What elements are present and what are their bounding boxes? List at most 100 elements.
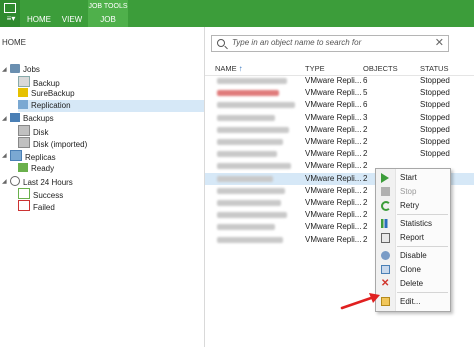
success-icon (18, 188, 30, 199)
menu-item-report[interactable]: Report (376, 231, 450, 244)
column-header-type[interactable]: TYPE (305, 63, 325, 75)
app-menu-button[interactable]: ≡▾ (0, 0, 20, 27)
tree-item-disk-imported[interactable]: Disk (imported) (18, 137, 87, 149)
search-box[interactable]: Type in an object name to search for ✕ (211, 35, 449, 52)
menu-item-label: Clone (400, 265, 421, 274)
tree-item-jobs[interactable]: Jobs (10, 64, 40, 76)
tree-item-label: Replication (31, 101, 71, 110)
app-logo-icon (4, 3, 16, 13)
column-header-objects[interactable]: OBJECTS (363, 63, 398, 75)
tree-item-backup[interactable]: Backup (18, 76, 60, 88)
menu-item-clone[interactable]: Clone (376, 263, 450, 276)
tree-item-ready[interactable]: Ready (18, 163, 54, 175)
menu-item-label: Disable (400, 251, 427, 260)
red-pointer-arrow-icon (340, 293, 380, 310)
expand-jobs-icon[interactable]: ◢ (2, 64, 8, 76)
cell-type: VMware Repli... (305, 76, 362, 85)
tree-item-failed[interactable]: Failed (18, 200, 55, 212)
disk-icon (18, 125, 30, 136)
start-icon (381, 173, 390, 183)
cell-type: VMware Repli... (305, 100, 362, 110)
redacted-job-name (217, 175, 273, 182)
menu-item-label: Statistics (400, 219, 433, 228)
cell-type: VMware Repli... (305, 222, 362, 232)
table-row[interactable]: VMware Repli... 3 Stopped (205, 112, 474, 124)
redacted-job-name (217, 78, 287, 84)
expand-backups-icon[interactable]: ◢ (2, 113, 8, 125)
backups-icon (10, 113, 20, 122)
menu-item-statistics[interactable]: Statistics (376, 217, 450, 230)
menu-item-start[interactable]: Start (376, 171, 450, 184)
tree-item-label: Backups (23, 114, 54, 123)
backup-job-icon (18, 76, 30, 87)
delete-icon: ✕ (381, 278, 390, 289)
cell-status: Stopped (420, 88, 450, 98)
cell-objects: 2 (363, 210, 368, 220)
redacted-job-name (217, 139, 283, 145)
expand-replicas-icon[interactable]: ◢ (2, 150, 8, 162)
search-icon (217, 39, 225, 47)
menu-separator (397, 292, 448, 293)
expand-last24-icon[interactable]: ◢ (2, 176, 8, 188)
failed-icon (18, 200, 30, 211)
table-row[interactable]: VMware Repli... 2 Stopped (205, 136, 474, 148)
cell-type: VMware Repli... (305, 173, 362, 183)
statistics-icon (381, 219, 390, 228)
edit-icon (381, 297, 390, 306)
cell-objects: 2 (363, 222, 368, 232)
menu-item-label: Delete (400, 279, 424, 288)
tab-job[interactable]: JOB (88, 13, 128, 27)
menu-item-label: Retry (400, 201, 420, 210)
tree-item-replicas[interactable]: Replicas (10, 150, 56, 162)
cell-objects: 2 (363, 185, 368, 195)
redacted-job-name (217, 200, 281, 206)
clear-search-icon[interactable]: ✕ (435, 36, 444, 51)
tree-item-disk[interactable]: Disk (18, 125, 49, 137)
table-row[interactable]: VMware Repli... 2 Stopped (205, 124, 474, 136)
surebackup-icon (18, 88, 28, 97)
redacted-job-name (217, 187, 285, 194)
cell-status: Stopped (420, 76, 450, 85)
tree-item-surebackup[interactable]: SureBackup (18, 88, 75, 100)
disable-icon (381, 251, 390, 260)
cell-type: VMware Repli... (305, 198, 362, 207)
menu-separator (397, 214, 448, 215)
jobs-icon (10, 64, 20, 73)
table-row[interactable]: VMware Repli... 6 Stopped (205, 75, 474, 87)
cell-type: VMware Repli... (305, 234, 362, 244)
column-header-name[interactable]: NAME ↑ (215, 63, 243, 75)
disk-imported-icon (18, 137, 30, 148)
navigation-pane: HOME ◢ Jobs Backup SureBackup Replicatio… (0, 27, 205, 347)
menu-item-stop: Stop (376, 185, 450, 198)
tree-item-label: Failed (33, 203, 55, 212)
cell-objects: 2 (363, 149, 368, 159)
menu-item-label: Start (400, 173, 417, 182)
redacted-job-name (217, 102, 295, 109)
cell-status: Stopped (420, 112, 450, 122)
menu-item-retry[interactable]: Retry (376, 199, 450, 212)
clone-icon (381, 265, 390, 274)
column-name-label: NAME (215, 64, 237, 73)
cell-objects: 2 (363, 124, 368, 134)
redacted-job-name (217, 224, 275, 231)
tree-item-backups[interactable]: Backups (10, 113, 54, 125)
cell-type: VMware Repli... (305, 185, 362, 195)
replication-icon (18, 100, 28, 109)
cell-objects: 5 (363, 88, 368, 98)
tree-item-success[interactable]: Success (18, 188, 63, 200)
tree-item-replication[interactable]: Replication (18, 100, 204, 112)
table-row[interactable]: VMware Repli... 5 Stopped (205, 87, 474, 99)
tree-item-last-24-hours[interactable]: Last 24 Hours (10, 176, 73, 188)
menu-item-disable[interactable]: Disable (376, 249, 450, 262)
menu-item-edit[interactable]: Edit... (376, 295, 450, 308)
redacted-job-name (217, 90, 279, 97)
menu-item-delete[interactable]: ✕ Delete (376, 277, 450, 290)
tab-home[interactable]: HOME (22, 13, 56, 27)
column-header-status[interactable]: STATUS (420, 63, 448, 75)
redacted-job-name (217, 163, 291, 170)
table-row[interactable]: VMware Repli... 6 Stopped (205, 99, 474, 111)
table-row[interactable]: VMware Repli... 2 Stopped (205, 148, 474, 160)
retry-icon (381, 201, 391, 211)
job-tools-context-label: JOB TOOLS (88, 0, 128, 13)
tab-view[interactable]: VIEW (58, 13, 86, 27)
